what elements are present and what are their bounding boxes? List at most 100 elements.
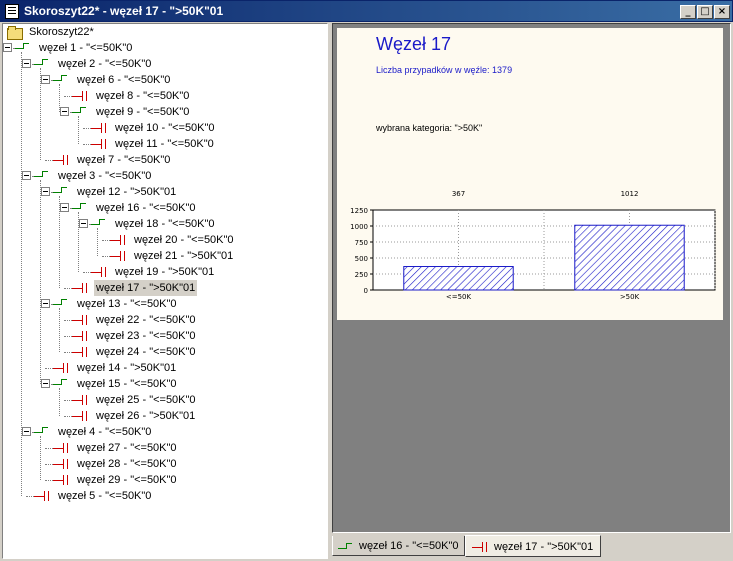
tree-node-label[interactable]: węzeł 15 - "<=50K"0 [75,376,179,392]
collapse-toggle-icon[interactable] [41,299,50,308]
collapse-toggle-icon[interactable] [22,427,31,436]
tree-node-row[interactable]: węzeł 15 - "<=50K"0 [3,376,323,392]
tree-node-label[interactable]: węzeł 2 - "<=50K"0 [56,56,153,72]
leaf-node-icon [72,330,88,342]
tree-node-label[interactable]: węzeł 13 - "<=50K"0 [75,296,179,312]
class-distribution-chart: 0 250 500 750 1000 1250 367 <=50K 1012 >50K [350,190,716,301]
tree-guide-line [21,52,22,496]
tree-node-label[interactable]: węzeł 7 - "<=50K"0 [75,152,172,168]
tree-node-label[interactable]: węzeł 11 - "<=50K"0 [113,136,216,152]
tree-node-row[interactable]: węzeł 23 - "<=50K"0 [3,328,323,344]
tree-node-label[interactable]: węzeł 19 - ">50K"01 [113,264,216,280]
tab-wezel-16[interactable]: węzeł 16 - "<=50K"0 [332,536,465,556]
minimize-button[interactable]: _ [680,5,696,19]
collapse-toggle-icon[interactable] [41,187,50,196]
tree-node-row[interactable]: węzeł 6 - "<=50K"0 [3,72,323,88]
tree-node-row[interactable]: węzeł 26 - ">50K"01 [3,408,323,424]
tree-node-row[interactable]: węzeł 11 - "<=50K"0 [3,136,323,152]
close-button[interactable]: × [714,5,730,19]
tab-wezel-17[interactable]: węzeł 17 - ">50K"01 [465,535,601,557]
bar-value-label: 1012 [621,190,639,198]
tree-node-label[interactable]: węzeł 29 - "<=50K"0 [75,472,179,488]
split-node-icon [338,541,352,550]
tree-node-row[interactable]: węzeł 18 - "<=50K"0 [3,216,323,232]
collapse-toggle-icon[interactable] [22,59,31,68]
split-node-icon [72,201,86,210]
cases-count-text: Liczba przypadków w węźle: 1379 [376,65,513,75]
tree-node-label[interactable]: węzeł 6 - "<=50K"0 [75,72,172,88]
tree-node-row[interactable]: węzeł 22 - "<=50K"0 [3,312,323,328]
tree-node-label[interactable]: węzeł 16 - "<=50K"0 [94,200,198,216]
tree-node-row[interactable]: węzeł 16 - "<=50K"0 [3,200,323,216]
tree-node-row[interactable]: węzeł 24 - "<=50K"0 [3,344,323,360]
tree-node-row[interactable]: węzeł 21 - ">50K"01 [3,248,323,264]
tree-node-label[interactable]: węzeł 27 - "<=50K"0 [75,440,179,456]
tree-node-label[interactable]: węzeł 24 - "<=50K"0 [94,344,198,360]
tree-node-row[interactable]: węzeł 29 - "<=50K"0 [3,472,323,488]
tree-node-row[interactable]: węzeł 20 - "<=50K"0 [3,232,323,248]
tree-node-row[interactable]: węzeł 27 - "<=50K"0 [3,440,323,456]
leaf-node-icon [72,314,88,326]
tree-node-label[interactable]: węzeł 1 - "<=50K"0 [37,40,134,56]
workbook-app-icon[interactable] [5,4,19,19]
split-node-icon [53,185,67,194]
tree-node-label[interactable]: węzeł 3 - "<=50K"0 [56,168,153,184]
y-tick-label: 250 [355,271,368,279]
window-title: Skoroszyt22* - węzeł 17 - ">50K"01 [24,4,224,18]
tree-node-row[interactable]: węzeł 17 - ">50K"01 [3,280,323,296]
tree-node-label[interactable]: węzeł 22 - "<=50K"0 [94,312,198,328]
tree-node-label[interactable]: węzeł 8 - "<=50K"0 [94,88,191,104]
tree-node-label[interactable]: węzeł 12 - ">50K"01 [75,184,178,200]
tree-guide-line [78,116,79,144]
collapse-toggle-icon[interactable] [41,75,50,84]
tree-node-row[interactable]: węzeł 3 - "<=50K"0 [3,168,323,184]
tree-guide-line [40,180,41,384]
tree-node-row[interactable]: węzeł 8 - "<=50K"0 [3,88,323,104]
collapse-toggle-icon[interactable] [79,219,88,228]
tree-root-label[interactable]: Skoroszyt22* [27,24,96,40]
bar [403,266,514,291]
tree-node-label[interactable]: węzeł 18 - "<=50K"0 [113,216,217,232]
tree-node-row[interactable]: węzeł 2 - "<=50K"0 [3,56,323,72]
collapse-toggle-icon[interactable] [3,43,12,52]
tree-guide-line [97,228,98,256]
tree-node-label[interactable]: węzeł 5 - "<=50K"0 [56,488,153,504]
tree-node-row[interactable]: węzeł 4 - "<=50K"0 [3,424,323,440]
collapse-toggle-icon[interactable] [41,379,50,388]
tree-node-label[interactable]: węzeł 4 - "<=50K"0 [56,424,153,440]
collapse-toggle-icon[interactable] [60,107,69,116]
tree-node-label[interactable]: węzeł 21 - ">50K"01 [132,248,235,264]
tree-node-row[interactable]: węzeł 28 - "<=50K"0 [3,456,323,472]
tree-guide-line [40,436,41,480]
tree-node-label[interactable]: węzeł 20 - "<=50K"0 [132,232,236,248]
bar [574,224,685,291]
tree-node-label[interactable]: węzeł 23 - "<=50K"0 [94,328,198,344]
tree-root[interactable]: Skoroszyt22* [3,24,323,40]
node-title: Węzeł 17 [376,34,452,54]
tree-node-row[interactable]: węzeł 10 - "<=50K"0 [3,120,323,136]
tree-guide-line [59,388,60,416]
tree-node-row[interactable]: węzeł 19 - ">50K"01 [3,264,323,280]
maximize-button[interactable]: □ [697,5,713,19]
leaf-node-icon [91,266,107,278]
collapse-toggle-icon[interactable] [60,203,69,212]
tree-node-label[interactable]: węzeł 25 - "<=50K"0 [94,392,198,408]
tree-node-label[interactable]: węzeł 14 - ">50K"01 [75,360,178,376]
tree-view[interactable]: Skoroszyt22* węzeł 1 - "<=50K"0 węzeł 2 -… [2,23,328,559]
tree-node-row[interactable]: węzeł 14 - ">50K"01 [3,360,323,376]
tree-node-row[interactable]: węzeł 5 - "<=50K"0 [3,488,323,504]
tree-node-label[interactable]: węzeł 10 - "<=50K"0 [113,120,217,136]
tree-node-row[interactable]: węzeł 25 - "<=50K"0 [3,392,323,408]
tree-node-label[interactable]: węzeł 9 - "<=50K"0 [94,104,191,120]
x-tick-label: <=50K [446,293,472,301]
tree-node-row[interactable]: węzeł 9 - "<=50K"0 [3,104,323,120]
tree-node-label[interactable]: węzeł 17 - ">50K"01 [94,280,198,296]
leaf-node-icon [53,154,69,166]
tree-node-row[interactable]: węzeł 1 - "<=50K"0 [3,40,323,56]
collapse-toggle-icon[interactable] [22,171,31,180]
tree-node-label[interactable]: węzeł 26 - ">50K"01 [94,408,197,424]
tree-node-row[interactable]: węzeł 13 - "<=50K"0 [3,296,323,312]
tree-node-row[interactable]: węzeł 12 - ">50K"01 [3,184,323,200]
tree-node-label[interactable]: węzeł 28 - "<=50K"0 [75,456,179,472]
tree-node-row[interactable]: węzeł 7 - "<=50K"0 [3,152,323,168]
